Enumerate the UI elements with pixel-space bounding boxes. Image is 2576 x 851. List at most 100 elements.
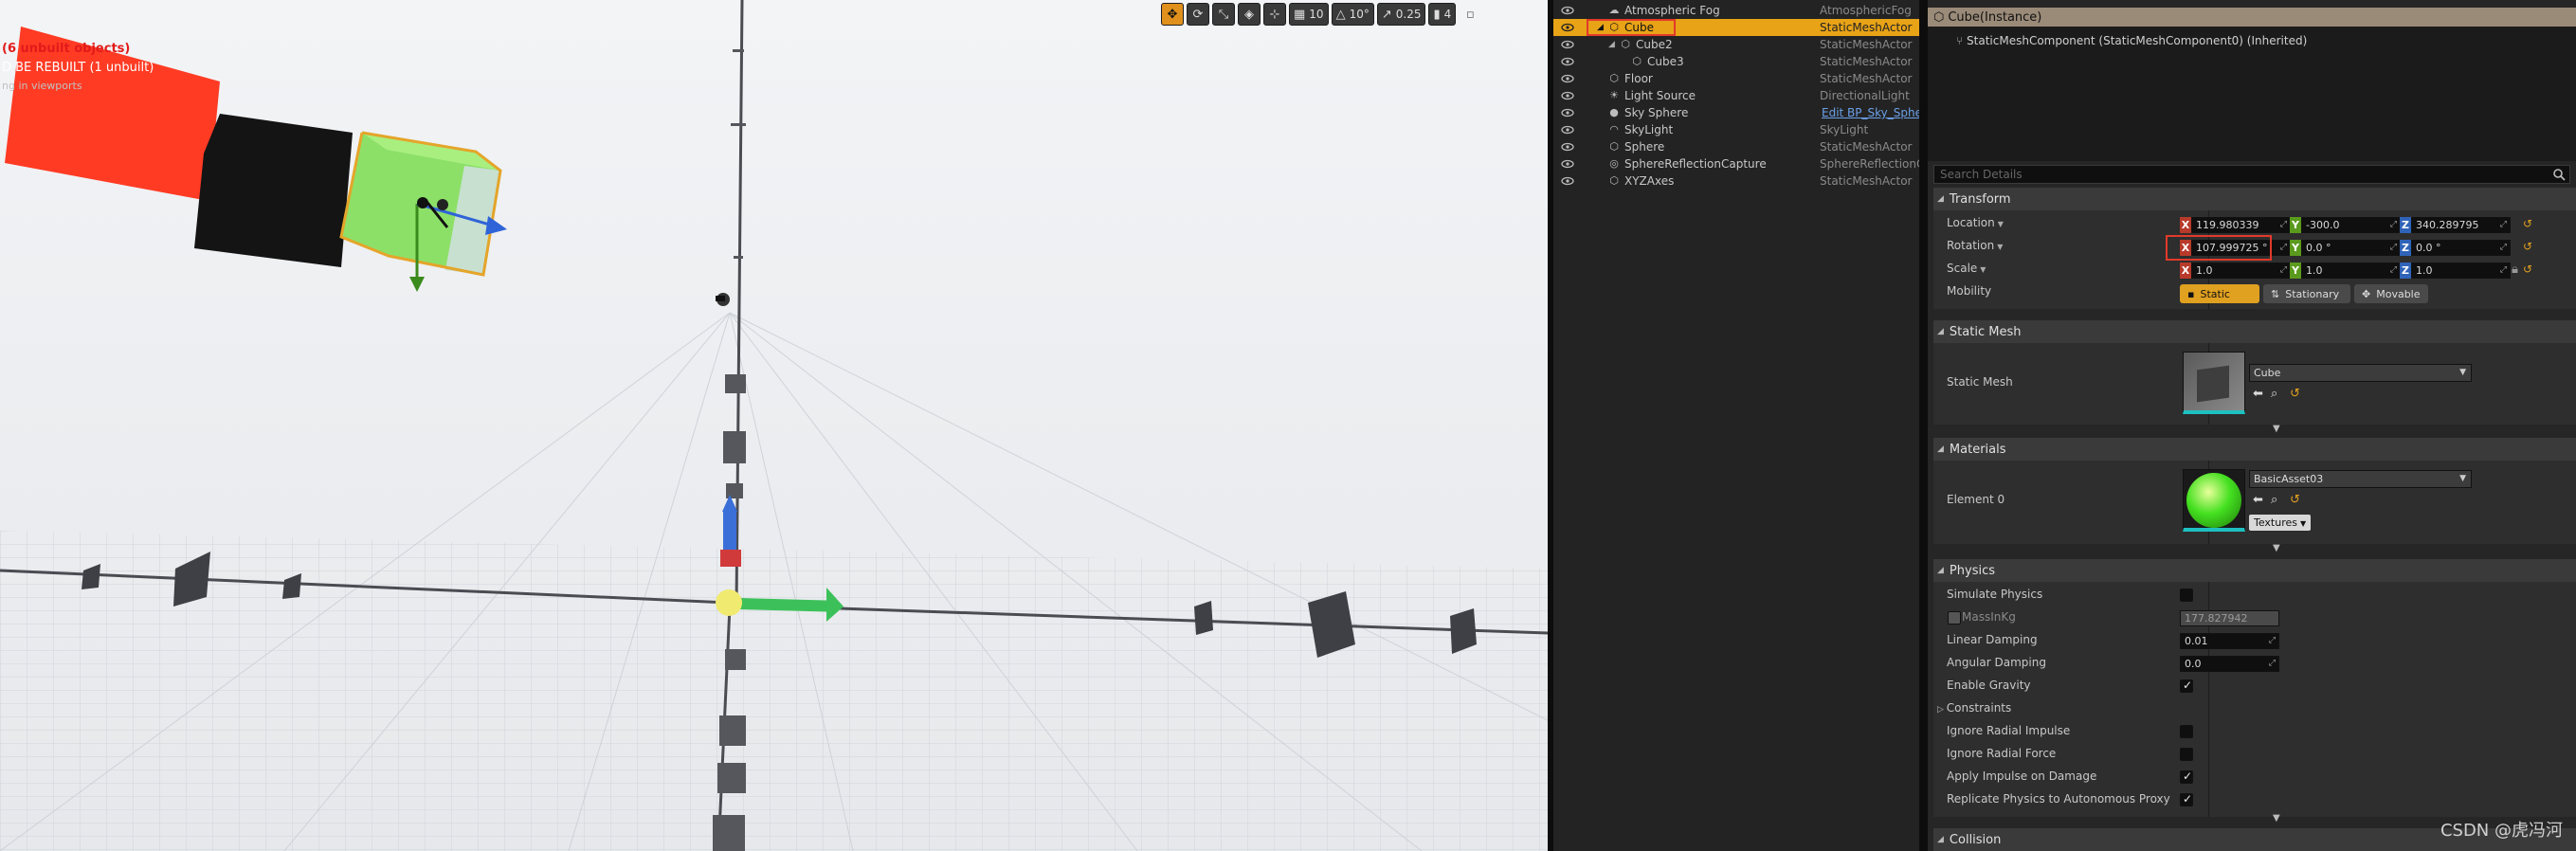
browse-search-icon[interactable]: ⌕: [2271, 387, 2277, 401]
surface-snap-button[interactable]: ⊹: [1263, 3, 1286, 26]
spinner-icon[interactable]: ⤢: [2500, 220, 2507, 229]
browse-search-icon[interactable]: ⌕: [2271, 493, 2277, 507]
location-x-field[interactable]: X 119.980339 ⤢: [2180, 217, 2291, 233]
visibility-eye-icon[interactable]: [1561, 125, 1574, 135]
enable-gravity-checkbox[interactable]: [2180, 679, 2193, 693]
location-z-value[interactable]: 340.289795 ⤢: [2411, 217, 2511, 233]
scale-y-field[interactable]: Y 1.0 ⤢: [2290, 263, 2401, 279]
outliner-row-sky-sphere[interactable]: ● Sky Sphere Edit BP_Sky_Sphe: [1553, 104, 1922, 121]
physics-category-header[interactable]: ◢ Physics: [1933, 559, 2576, 582]
coordinate-space-button[interactable]: ◈: [1238, 3, 1261, 26]
scale-snap-button[interactable]: ↗ 0.25: [1376, 3, 1426, 26]
scale-z-value[interactable]: 1.0 ⤢: [2411, 263, 2511, 279]
ignore-radial-force-checkbox[interactable]: [2180, 748, 2193, 761]
scale-z-field[interactable]: Z 1.0 ⤢: [2400, 263, 2511, 279]
lock-icon[interactable]: 🔒︎: [2512, 263, 2518, 277]
level-viewport[interactable]: (6 unbuilt objects) D BE REBUILT (1 unbu…: [0, 0, 1548, 851]
tree-expand-arrow-icon[interactable]: ◢: [1608, 40, 1615, 49]
linear-damping-field[interactable]: 0.01 ⤢: [2180, 633, 2279, 649]
outliner-row-cube2[interactable]: ◢ ⬡ Cube2 StaticMeshActor: [1553, 36, 1919, 53]
rotation-z-field[interactable]: Z 0.0 ° ⤢: [2400, 240, 2511, 256]
angular-damping-field[interactable]: 0.0 ⤢: [2180, 656, 2279, 672]
edit-blueprint-link[interactable]: Edit BP_Sky_Sphe: [1822, 106, 1922, 119]
scale-tool-button[interactable]: ⤡: [1212, 3, 1235, 26]
component-item[interactable]: ⑂ StaticMeshComponent (StaticMeshCompone…: [1956, 34, 2307, 47]
spinner-icon[interactable]: ⤢: [2269, 657, 2276, 671]
visibility-eye-icon[interactable]: [1561, 159, 1574, 169]
outliner-row-xyzaxes[interactable]: ⬡ XYZAxes StaticMeshActor: [1553, 172, 1919, 190]
material-thumbnail[interactable]: [2183, 469, 2245, 532]
spinner-icon[interactable]: ⤢: [2500, 265, 2507, 275]
use-selected-arrow-icon[interactable]: ⬅: [2253, 493, 2263, 507]
outliner-row-atmospheric-fog[interactable]: ☁ Atmospheric Fog AtmosphericFog: [1553, 2, 1919, 19]
mobility-stationary-button[interactable]: ⇅ Stationary: [2263, 284, 2350, 303]
static-mesh-thumbnail[interactable]: [2183, 352, 2245, 414]
location-y-value[interactable]: -300.0 ⤢: [2301, 217, 2401, 233]
textures-button[interactable]: Textures ▼: [2249, 515, 2312, 531]
visibility-eye-icon[interactable]: [1561, 23, 1574, 32]
visibility-eye-icon[interactable]: [1561, 40, 1574, 49]
viewport-scene[interactable]: [0, 0, 1548, 851]
reset-to-default-icon[interactable]: ↺: [2290, 493, 2300, 507]
static-mesh-category-header[interactable]: ◢ Static Mesh: [1933, 320, 2576, 343]
simulate-physics-checkbox[interactable]: [2180, 588, 2193, 602]
visibility-eye-icon[interactable]: [1561, 57, 1574, 66]
outliner-row-skylight[interactable]: ◠ SkyLight SkyLight: [1553, 121, 1919, 138]
location-z-field[interactable]: Z 340.289795 ⤢: [2400, 217, 2511, 233]
rotation-label[interactable]: Rotation ▼: [1947, 239, 2003, 252]
spinner-icon[interactable]: ⤢: [2390, 220, 2397, 229]
scale-x-value[interactable]: 1.0 ⤢: [2191, 263, 2291, 279]
visibility-eye-icon[interactable]: [1561, 142, 1574, 152]
spinner-icon[interactable]: ⤢: [2280, 220, 2287, 229]
viewport-options-button[interactable]: ▫: [1459, 3, 1481, 26]
visibility-eye-icon[interactable]: [1561, 91, 1574, 100]
visibility-eye-icon[interactable]: [1561, 176, 1574, 186]
rotate-tool-button[interactable]: ⟳: [1187, 3, 1209, 26]
rotation-snap-button[interactable]: △ 10°: [1331, 3, 1374, 26]
location-x-value[interactable]: 119.980339 ⤢: [2191, 217, 2291, 233]
component-root-header[interactable]: ⬡ Cube(Instance): [1928, 8, 2576, 27]
mass-override-checkbox[interactable]: [1948, 611, 1961, 625]
search-details-input[interactable]: Search Details: [1933, 165, 2570, 184]
location-label[interactable]: Location ▼: [1947, 216, 2004, 229]
outliner-row-light-source[interactable]: ☀ Light Source DirectionalLight: [1553, 87, 1919, 104]
material-combo[interactable]: BasicAsset03 ▼: [2249, 470, 2472, 488]
grid-snap-button[interactable]: ▦ 10: [1289, 3, 1329, 26]
apply-impulse-checkbox[interactable]: [2180, 770, 2193, 784]
mobility-movable-button[interactable]: ✥ Movable: [2354, 284, 2428, 303]
visibility-eye-icon[interactable]: [1561, 6, 1574, 15]
reset-to-default-icon[interactable]: ↺: [2290, 387, 2300, 401]
translate-tool-button[interactable]: ✥: [1161, 3, 1184, 26]
spinner-icon[interactable]: ⤢: [2500, 243, 2507, 252]
spinner-icon[interactable]: ⤢: [2280, 243, 2287, 252]
outliner-row-spherereflectioncapture[interactable]: ◎ SphereReflectionCapture SphereReflection…: [1553, 155, 1932, 172]
spinner-icon[interactable]: ⤢: [2280, 265, 2287, 275]
mobility-static-button[interactable]: ▪ Static: [2180, 284, 2259, 303]
spinner-icon[interactable]: ⤢: [2390, 243, 2397, 252]
reset-to-default-icon[interactable]: ↺: [2523, 263, 2532, 276]
spinner-icon[interactable]: ⤢: [2390, 265, 2397, 275]
transform-category-header[interactable]: ◢ Transform: [1933, 188, 2576, 210]
spinner-icon[interactable]: ⤢: [2269, 634, 2276, 648]
outliner-row-cube3[interactable]: ⬡ Cube3 StaticMeshActor: [1553, 53, 1919, 70]
visibility-eye-icon[interactable]: [1561, 108, 1574, 118]
reset-to-default-icon[interactable]: ↺: [2523, 240, 2532, 253]
replicate-physics-checkbox[interactable]: [2180, 792, 2193, 806]
scale-y-value[interactable]: 1.0 ⤢: [2301, 263, 2401, 279]
visibility-eye-icon[interactable]: [1561, 74, 1574, 83]
rotation-z-value[interactable]: 0.0 ° ⤢: [2411, 240, 2511, 256]
expand-advanced-icon[interactable]: ▼: [2273, 424, 2280, 434]
outliner-splitter[interactable]: [1919, 0, 1928, 851]
scale-x-field[interactable]: X 1.0 ⤢: [2180, 263, 2291, 279]
rotation-y-field[interactable]: Y 0.0 ° ⤢: [2290, 240, 2401, 256]
static-mesh-combo[interactable]: Cube ▼: [2249, 364, 2472, 382]
camera-speed-button[interactable]: ▮ 4: [1428, 3, 1457, 26]
outliner-row-floor[interactable]: ⬡ Floor StaticMeshActor: [1553, 70, 1919, 87]
materials-category-header[interactable]: ◢ Materials: [1933, 438, 2576, 461]
reset-to-default-icon[interactable]: ↺: [2523, 217, 2532, 230]
outliner-row-sphere[interactable]: ⬡ Sphere StaticMeshActor: [1553, 138, 1919, 155]
ignore-radial-impulse-checkbox[interactable]: [2180, 725, 2193, 738]
expand-advanced-icon[interactable]: ▼: [2273, 543, 2280, 553]
rotation-y-value[interactable]: 0.0 ° ⤢: [2301, 240, 2401, 256]
scale-label[interactable]: Scale ▼: [1947, 262, 1986, 275]
